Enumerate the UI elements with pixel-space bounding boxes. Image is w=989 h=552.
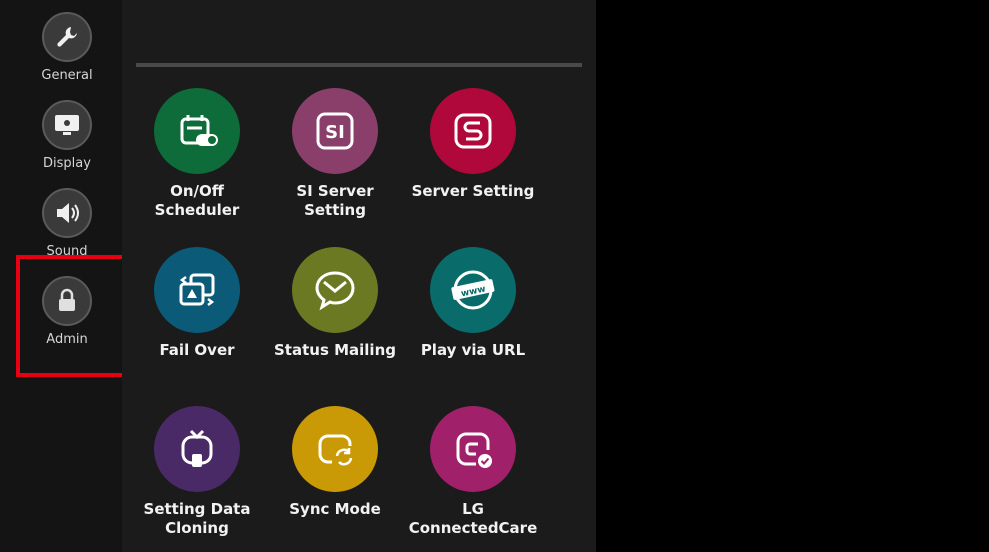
fail-over-icon <box>154 247 240 333</box>
tile-label: SI Server Setting <box>296 182 374 219</box>
selection-highlight <box>16 255 126 377</box>
tile-on-off-scheduler[interactable]: On/Off Scheduler <box>122 88 272 220</box>
sidebar-item-general[interactable]: General <box>0 12 134 83</box>
sidebar-item-display[interactable]: Display <box>0 100 134 171</box>
si-server-icon: SI <box>292 88 378 174</box>
tile-si-server-setting[interactable]: SI SI Server Setting <box>260 88 410 220</box>
admin-panel: On/Off Scheduler SI SI Server Setting Se… <box>122 0 596 552</box>
tile-status-mailing[interactable]: Status Mailing <box>260 247 410 360</box>
tile-label: LG ConnectedCare <box>408 500 538 537</box>
tile-label: Play via URL <box>420 341 526 359</box>
sidebar-item-label: General <box>41 68 93 83</box>
sidebar-item-label: Display <box>43 156 91 171</box>
wrench-icon <box>42 12 92 62</box>
connected-care-icon <box>430 406 516 492</box>
monitor-icon <box>42 100 92 150</box>
sidebar-item-sound[interactable]: Sound <box>0 188 134 259</box>
tile-sync-mode[interactable]: Sync Mode <box>260 406 410 519</box>
tile-server-setting[interactable]: Server Setting <box>398 88 548 201</box>
sync-icon <box>292 406 378 492</box>
tile-label: Server Setting <box>411 182 535 200</box>
tile-label: Fail Over <box>159 341 235 359</box>
tile-lg-connectedcare[interactable]: LG ConnectedCare <box>398 406 548 538</box>
tile-label: Setting Data Cloning <box>143 500 251 537</box>
www-icon: www <box>430 247 516 333</box>
header-divider <box>136 63 582 67</box>
speaker-icon <box>42 188 92 238</box>
tile-label: Status Mailing <box>274 341 396 359</box>
tile-setting-data-cloning[interactable]: Setting Data Cloning <box>122 406 272 538</box>
cloning-icon <box>154 406 240 492</box>
svg-text:SI: SI <box>325 122 345 143</box>
tile-label: Sync Mode <box>289 500 381 518</box>
tile-play-via-url[interactable]: www Play via URL <box>398 247 548 360</box>
calendar-toggle-icon <box>154 88 240 174</box>
tile-label: On/Off Scheduler <box>154 182 240 219</box>
tile-fail-over[interactable]: Fail Over <box>122 247 272 360</box>
mail-icon <box>292 247 378 333</box>
server-setting-icon <box>430 88 516 174</box>
